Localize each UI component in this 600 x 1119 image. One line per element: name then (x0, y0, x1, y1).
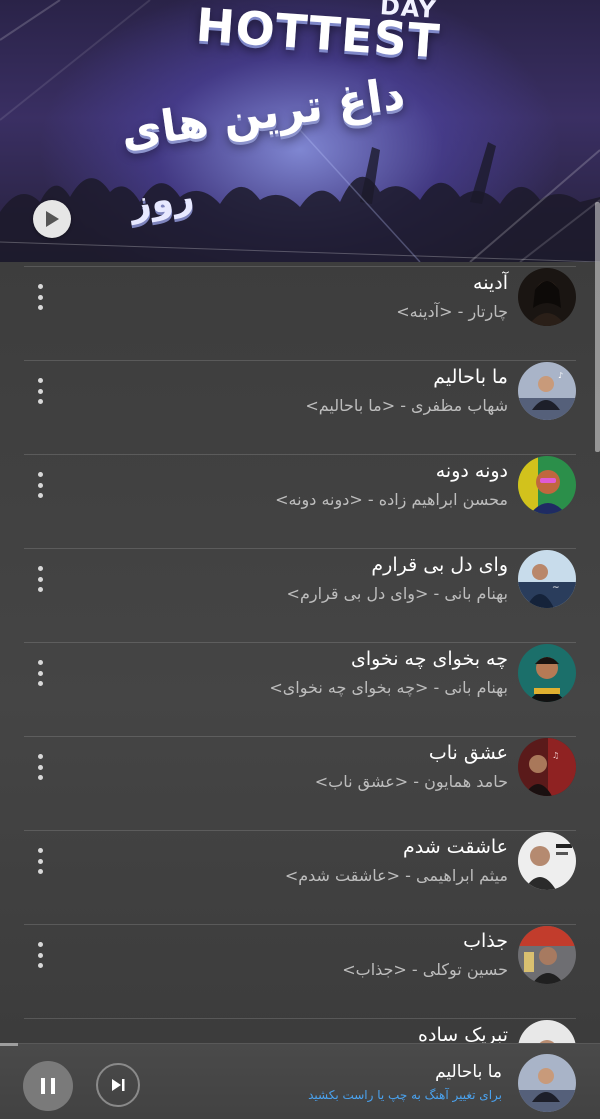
track-item[interactable]: جذاب حسین توکلی - <جذاب> (0, 924, 600, 1018)
track-artist: محسن ابراهیم زاده - <دونه دونه> (275, 490, 508, 509)
hero-banner[interactable]: DAY HOTTEST داغ ترین های روز (0, 0, 600, 262)
track-list: آدینه چارتار - <آدینه> ♪ ما باحالیم شهاب… (0, 266, 600, 1112)
track-title: وای دل بی قرارم (371, 554, 508, 576)
track-artist: حسین توکلی - <جذاب> (342, 960, 508, 979)
svg-text:♪: ♪ (558, 371, 563, 380)
track-item[interactable]: ♪ ما باحالیم شهاب مظفری - <ما باحالیم> (0, 360, 600, 454)
track-title: ما باحالیم (433, 366, 508, 388)
pause-button[interactable] (23, 1061, 73, 1111)
divider (24, 736, 576, 737)
track-title: عشق ناب (428, 742, 508, 764)
divider (24, 1018, 576, 1019)
svg-text:♫: ♫ (552, 751, 559, 760)
music-app: DAY HOTTEST داغ ترین های روز آدینه چارتا… (0, 0, 600, 1119)
playback-progress-bar[interactable] (0, 1043, 18, 1046)
track-item[interactable]: ~ وای دل بی قرارم بهنام بانی - <وای دل ب… (0, 548, 600, 642)
more-options-icon[interactable] (28, 376, 52, 406)
now-playing-title: ما باحالیم (435, 1062, 502, 1082)
album-art: ♪ (518, 362, 576, 420)
album-art (518, 832, 576, 890)
album-art (518, 268, 576, 326)
more-options-icon[interactable] (28, 846, 52, 876)
more-options-icon[interactable] (28, 940, 52, 970)
track-item[interactable]: دونه دونه محسن ابراهیم زاده - <دونه دونه… (0, 454, 600, 548)
track-artist: چارتار - <آدینه> (396, 302, 508, 321)
track-title: چه بخوای چه نخوای (350, 648, 508, 670)
divider (24, 924, 576, 925)
track-title: دونه دونه (435, 460, 508, 482)
more-options-icon[interactable] (28, 658, 52, 688)
more-options-icon[interactable] (28, 564, 52, 594)
mini-player[interactable]: ما باحالیم برای تغییر آهنگ به چپ یا راست… (0, 1043, 600, 1119)
divider (24, 830, 576, 831)
track-item[interactable]: آدینه چارتار - <آدینه> (0, 266, 600, 360)
album-art: ♫ (518, 738, 576, 796)
track-artist: میثم ابراهیمی - <عاشقت شدم> (284, 866, 508, 885)
svg-text:~: ~ (552, 583, 560, 593)
pause-icon (41, 1078, 55, 1094)
track-item[interactable]: چه بخوای چه نخوای بهنام بانی - <چه بخوای… (0, 642, 600, 736)
play-all-button[interactable] (33, 200, 71, 238)
next-track-button[interactable] (96, 1063, 140, 1107)
more-options-icon[interactable] (28, 752, 52, 782)
scrollbar[interactable] (595, 202, 600, 452)
track-title: آدینه (473, 272, 508, 294)
swipe-hint: برای تغییر آهنگ به چپ یا راست بکشید (308, 1088, 502, 1102)
track-title: جذاب (463, 930, 508, 952)
track-artist: شهاب مظفری - <ما باحالیم> (305, 396, 508, 415)
album-art (518, 456, 576, 514)
more-options-icon[interactable] (28, 282, 52, 312)
album-art: ~ (518, 550, 576, 608)
divider (24, 642, 576, 643)
divider (24, 454, 576, 455)
track-artist: حامد همایون - <عشق ناب> (314, 772, 508, 791)
divider (24, 360, 576, 361)
track-title: عاشقت شدم (402, 836, 508, 858)
track-artist: بهنام بانی - <وای دل بی قرارم> (286, 584, 508, 603)
album-art (518, 644, 576, 702)
track-artist: بهنام بانی - <چه بخوای چه نخوای> (269, 678, 508, 697)
divider (24, 548, 576, 549)
play-icon (46, 211, 59, 227)
now-playing-album-art (518, 1054, 576, 1112)
divider (24, 266, 576, 267)
track-item[interactable]: ♫ عشق ناب حامد همایون - <عشق ناب> (0, 736, 600, 830)
more-options-icon[interactable] (28, 470, 52, 500)
track-item[interactable]: عاشقت شدم میثم ابراهیمی - <عاشقت شدم> (0, 830, 600, 924)
skip-next-icon (112, 1079, 125, 1091)
album-art (518, 926, 576, 984)
